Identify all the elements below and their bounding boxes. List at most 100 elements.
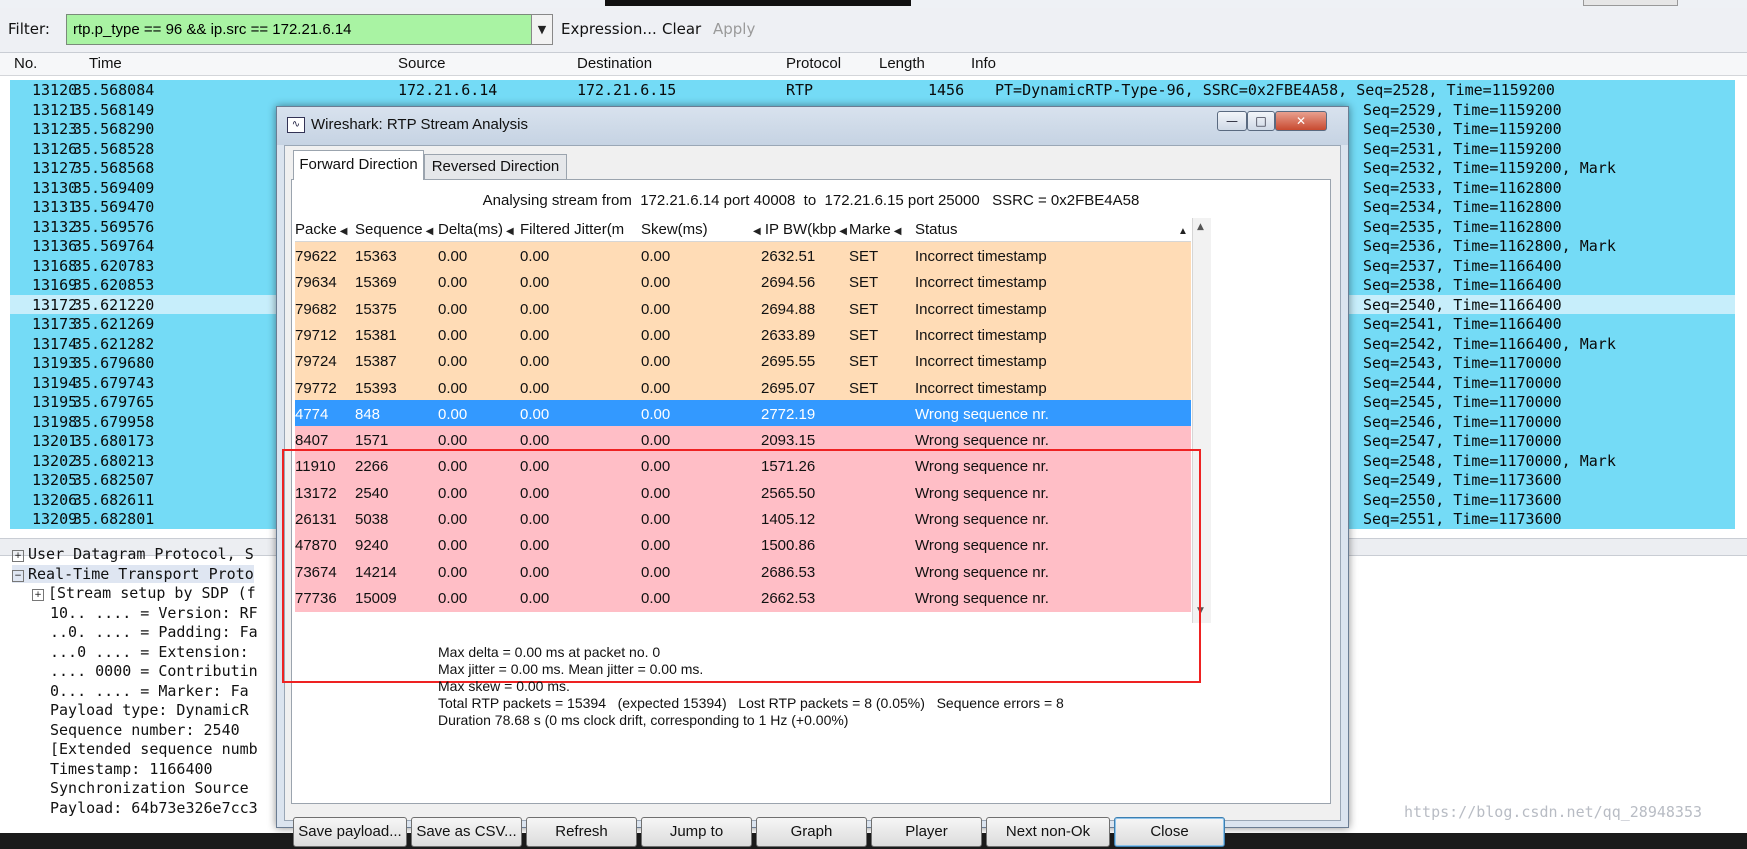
packet-time: 35.569576 xyxy=(73,217,155,236)
cell-packet: 73674 xyxy=(295,563,337,581)
collapse-icon[interactable]: − xyxy=(12,569,24,582)
packet-time: 35.680173 xyxy=(73,432,155,450)
cell-delta: 0.00 xyxy=(438,563,468,581)
window-close-button[interactable]: ✕ xyxy=(1275,111,1327,131)
detail-line[interactable]: Payload type: DynamicR xyxy=(50,701,249,719)
detail-line[interactable]: + User Datagram Protocol, S xyxy=(12,545,254,563)
next-non-ok-button[interactable]: Next non-Ok xyxy=(986,817,1110,847)
detail-line[interactable]: Payload: 64b73e326e7cc3 xyxy=(50,799,258,817)
th-filtered-jitter[interactable]: Filtered Jitter(m xyxy=(520,221,624,238)
stream-table-row[interactable]: 77736 15009 0.00 0.00 0.00 2662.53 Wrong seque… xyxy=(295,583,1191,613)
packet-time: 35.568290 xyxy=(73,120,155,138)
th-packet[interactable]: Packe ◀ xyxy=(295,221,347,238)
refresh-button[interactable]: Refresh xyxy=(526,817,637,847)
cell-packet: 13172 xyxy=(295,484,337,502)
detail-text: ...0 .... = Extension: xyxy=(50,642,249,661)
detail-text: Real-Time Transport Proto xyxy=(28,564,254,583)
packet-no: 13205 xyxy=(32,471,78,489)
sort-arrow-icon: ◀ xyxy=(839,226,847,237)
detail-line[interactable]: Sequence number: 2540 xyxy=(50,721,240,739)
stream-table-row[interactable]: 47870 9240 0.00 0.00 0.00 1500.86 Wrong sequen… xyxy=(295,531,1191,561)
col-destination[interactable]: Destination xyxy=(577,55,652,72)
apply-button[interactable]: Apply xyxy=(713,20,755,38)
packet-no: 13123 xyxy=(32,120,78,138)
detail-line[interactable]: [Extended sequence numb xyxy=(50,740,258,758)
col-no[interactable]: No. xyxy=(14,55,37,72)
stream-table-row[interactable]: 4774 848 0.00 0.00 0.00 2772.19 Wrong sequence… xyxy=(295,399,1191,429)
detail-line[interactable]: .... 0000 = Contributin xyxy=(50,662,258,680)
minimize-button[interactable]: — xyxy=(1217,111,1247,131)
cell-skew: 0.00 xyxy=(641,274,671,292)
filter-dropdown-button[interactable]: ▼ xyxy=(531,14,553,45)
col-time[interactable]: Time xyxy=(89,55,122,72)
stream-table-row[interactable]: 79724 15387 0.00 0.00 0.00 2695.55 SET Incorrec… xyxy=(295,347,1191,377)
packet-row[interactable]: 13120 35.568084 172.21.6.14 172.21.6.15 RTP 1… xyxy=(10,80,1735,100)
expression-button[interactable]: Expression... xyxy=(561,20,657,38)
stream-table-row[interactable]: 79712 15381 0.00 0.00 0.00 2633.89 SET Incorrec… xyxy=(295,320,1191,350)
detail-line[interactable]: ...0 .... = Extension: xyxy=(50,643,249,661)
top-right-button[interactable] xyxy=(1583,0,1678,6)
maximize-button[interactable]: □ xyxy=(1247,111,1275,131)
detail-line[interactable]: ..0. .... = Padding: Fa xyxy=(50,623,258,641)
cell-bw: 1500.86 xyxy=(761,537,816,555)
sort-up-icon[interactable]: ▲ xyxy=(1175,221,1188,238)
packet-time: 35.621282 xyxy=(73,334,155,353)
scroll-up-icon[interactable]: ▲ xyxy=(1197,222,1204,232)
packet-time: 35.679743 xyxy=(73,373,155,392)
th-delta[interactable]: Delta(ms) ◀ xyxy=(438,221,514,238)
packet-info: Seq=2538, Time=1166400 xyxy=(1363,276,1562,294)
tab-reversed-direction[interactable]: Reversed Direction xyxy=(424,154,567,180)
th-marker[interactable]: Marke ◀ xyxy=(849,221,901,238)
th-status[interactable]: Status xyxy=(915,221,958,238)
th-sequence[interactable]: Sequence ◀ xyxy=(355,221,433,238)
stream-table-row[interactable]: 8407 1571 0.00 0.00 0.00 2093.15 Wrong sequenc… xyxy=(295,426,1191,456)
graph-button[interactable]: Graph xyxy=(756,817,867,847)
cell-packet: 79622 xyxy=(295,248,337,265)
table-scrollbar[interactable]: ▲ ▼ xyxy=(1192,218,1211,623)
stream-table-row[interactable]: 79682 15375 0.00 0.00 0.00 2694.88 SET Incorrec… xyxy=(295,294,1191,324)
sort-arrow-icon: ◀ xyxy=(425,226,434,237)
sort-arrow-icon: ◀ xyxy=(753,226,761,237)
stream-table-row[interactable]: 73674 14214 0.00 0.00 0.00 2686.53 Wrong seque… xyxy=(295,557,1191,587)
player-button[interactable]: Player xyxy=(871,817,982,847)
th-skew[interactable]: Skew(ms) xyxy=(641,221,708,238)
stream-table-row[interactable]: 11910 2266 0.00 0.00 0.00 1571.26 Wrong sequen… xyxy=(295,452,1191,482)
detail-line[interactable]: 0... .... = Marker: Fa xyxy=(50,682,249,700)
col-length[interactable]: Length xyxy=(879,55,925,72)
detail-line[interactable]: Timestamp: 1166400 xyxy=(50,760,213,778)
detail-line[interactable]: Synchronization Source xyxy=(50,779,249,797)
scroll-down-icon[interactable]: ▼ xyxy=(1197,606,1204,616)
cell-seq: 15375 xyxy=(355,300,397,318)
clear-button[interactable]: Clear xyxy=(662,20,701,38)
cell-jitter: 0.00 xyxy=(520,274,550,292)
col-source[interactable]: Source xyxy=(398,55,446,72)
tab-forward-direction[interactable]: Forward Direction xyxy=(293,150,424,180)
jump-to-button[interactable]: Jump to xyxy=(641,817,752,847)
cell-status: Incorrect timestamp xyxy=(915,326,1047,344)
expand-icon[interactable]: + xyxy=(32,589,44,601)
cell-status: Wrong sequence nr. xyxy=(915,589,1049,607)
packet-no: 13173 xyxy=(32,315,78,333)
stream-table-row[interactable]: 26131 5038 0.00 0.00 0.00 1405.12 Wrong sequen… xyxy=(295,505,1191,534)
save-payload-button[interactable]: Save payload... xyxy=(293,817,407,847)
packet-no: 13201 xyxy=(32,432,78,450)
stream-table-row[interactable]: 13172 2540 0.00 0.00 0.00 2565.50 Wrong sequen… xyxy=(295,478,1191,508)
filter-input[interactable]: rtp.p_type == 96 && ip.src == 172.21.6.1… xyxy=(66,14,532,45)
chevron-down-icon: ▼ xyxy=(537,23,547,36)
dialog-titlebar[interactable]: ∿ Wireshark: RTP Stream Analysis — □ ✕ xyxy=(277,107,1348,145)
col-protocol[interactable]: Protocol xyxy=(786,55,841,72)
stat-line: Total RTP packets = 15394 (expected 1539… xyxy=(438,695,1064,711)
close-button[interactable]: Close xyxy=(1114,817,1225,847)
cell-seq: 9240 xyxy=(355,537,389,555)
stream-table-row[interactable]: 79622 15363 0.00 0.00 0.00 2632.51 SET Incorrec… xyxy=(295,242,1191,271)
save-as-csv-button[interactable]: Save as CSV... xyxy=(411,817,522,847)
col-info[interactable]: Info xyxy=(971,55,996,72)
expand-icon[interactable]: + xyxy=(12,550,24,562)
th-ip-bw[interactable]: ◀ IP BW(kbp ◀ xyxy=(750,221,847,238)
packet-info: Seq=2542, Time=1166400, Mark xyxy=(1363,334,1616,353)
detail-line[interactable]: + [Stream setup by SDP (f xyxy=(32,584,256,602)
detail-line[interactable]: − Real-Time Transport Proto xyxy=(12,564,254,583)
detail-line[interactable]: 10.. .... = Version: RF xyxy=(50,604,258,622)
stream-table-row[interactable]: 79634 15369 0.00 0.00 0.00 2694.56 SET Incorrec… xyxy=(295,268,1191,298)
stream-table-row[interactable]: 79772 15393 0.00 0.00 0.00 2695.07 SET Incorrec… xyxy=(295,373,1191,403)
